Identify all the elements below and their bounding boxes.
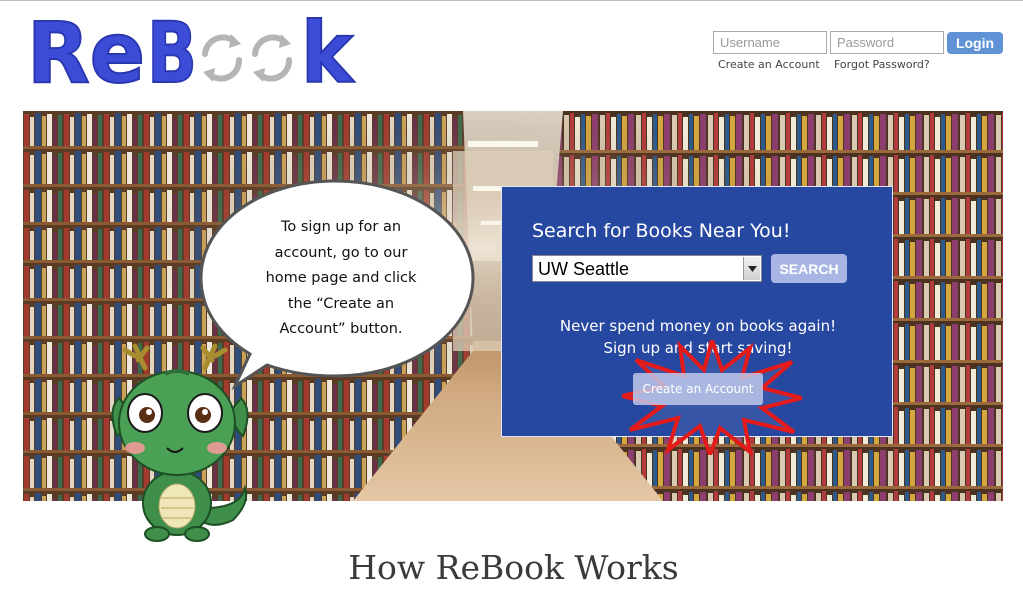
search-panel: Search for Books Near You! UW Seattle SE… — [501, 186, 893, 455]
dragon-mascot-icon — [111, 343, 249, 542]
how-it-works-heading: How ReBook Works — [348, 548, 679, 587]
bubble-line: Account” button. — [279, 321, 403, 337]
location-select[interactable]: UW Seattle — [532, 255, 762, 282]
bubble-line: To sign up for an — [280, 219, 402, 235]
login-button[interactable]: Login — [947, 32, 1003, 54]
logo-text-k: k — [301, 12, 355, 92]
promo-line-1: Never spend money on books again! — [559, 317, 837, 335]
password-field[interactable] — [830, 31, 944, 54]
top-border — [0, 0, 1023, 1]
search-title: Search for Books Near You! — [532, 220, 791, 242]
logo-text-re: Re — [27, 12, 145, 92]
speech-bubble-text: To sign up for an account, go to our hom… — [246, 215, 436, 343]
create-account-button[interactable]: Create an Account — [633, 373, 763, 405]
rebook-logo[interactable]: Re B k — [27, 12, 357, 92]
chevron-down-icon[interactable] — [743, 257, 760, 280]
recycle-arrows-icon — [202, 34, 292, 82]
logo-text-b: B — [147, 12, 197, 92]
search-button[interactable]: SEARCH — [771, 254, 847, 283]
username-field[interactable] — [713, 31, 827, 54]
bubble-line: account, go to our — [274, 244, 408, 261]
forgot-password-link[interactable]: Forgot Password? — [834, 58, 930, 71]
login-panel: Login Create an Account Forgot Password? — [713, 31, 1013, 76]
create-account-link[interactable]: Create an Account — [718, 58, 820, 71]
bubble-line: home page and click — [265, 270, 417, 286]
location-select-value: UW Seattle — [538, 259, 630, 279]
bubble-line: the “Create an — [287, 295, 395, 312]
